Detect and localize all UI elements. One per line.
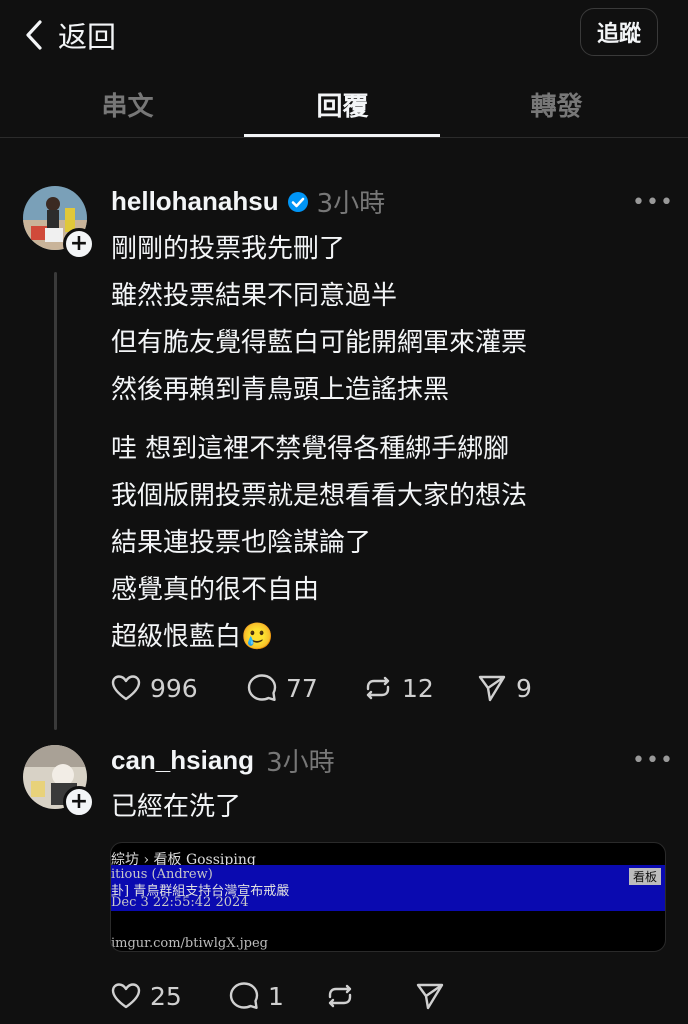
verified-badge-icon xyxy=(287,191,308,212)
share-button[interactable]: 9 xyxy=(476,672,532,704)
reply-actions: 25 1 xyxy=(110,980,446,1012)
reply-time: 3小時 xyxy=(266,748,335,778)
like-count: 996 xyxy=(150,673,198,703)
more-options-icon[interactable]: ••• xyxy=(632,190,674,215)
like-button[interactable]: 996 xyxy=(110,672,246,704)
reply-username[interactable]: can_hsiang xyxy=(111,745,254,776)
heart-icon xyxy=(111,675,141,701)
post-body: 剛剛的投票我先刪了 雖然投票結果不同意過半 但有脆友覺得藍白可能開網軍來灌票 然… xyxy=(111,226,527,661)
thread-line xyxy=(54,272,57,730)
reply-image-embed[interactable]: 綜坊 › 看板 Gossiping itious (Andrew) 卦] 青鳥群… xyxy=(110,842,666,952)
reply-comment-button[interactable]: 1 xyxy=(228,980,324,1012)
tab-threads[interactable]: 串文 xyxy=(13,86,242,123)
reply-like-count: 25 xyxy=(150,981,182,1011)
tabs-divider xyxy=(0,137,688,138)
post-line: 感覺真的很不自由 xyxy=(111,575,320,605)
repost-button[interactable]: 12 xyxy=(362,672,476,704)
tab-reposts[interactable]: 轉發 xyxy=(442,86,671,123)
back-label: 返回 xyxy=(58,20,117,54)
post-line: 然後再賴到青鳥頭上造謠抹黑 xyxy=(111,375,450,405)
post-line: 哇 想到這裡不禁覺得各種綁手綁腳 xyxy=(111,434,510,464)
post-line: 超級恨藍白 xyxy=(111,622,242,652)
follow-plus-icon[interactable]: + xyxy=(63,228,95,260)
embed-header-band: itious (Andrew) 卦] 青鳥群組支持台灣宣布戒嚴 Dec 3 22… xyxy=(111,865,665,911)
reply-comment-count: 1 xyxy=(268,981,284,1011)
reply-like-button[interactable]: 25 xyxy=(110,980,228,1012)
post-line: 結果連投票也陰謀論了 xyxy=(111,528,372,558)
post-line: 剛剛的投票我先刪了 xyxy=(111,234,346,264)
repost-icon xyxy=(366,676,390,700)
comment-icon xyxy=(229,982,259,1009)
chevron-left-icon xyxy=(26,20,42,50)
comment-count: 77 xyxy=(286,673,318,703)
repost-count: 12 xyxy=(402,673,434,703)
embed-url: imgur.com/btiwlgX.jpeg xyxy=(111,936,268,951)
reply-text: 已經在洗了 xyxy=(111,792,242,822)
reply-header: can_hsiang 3小時 xyxy=(111,742,335,779)
repost-icon xyxy=(328,984,352,1008)
post-line-last: 超級恨藍白🥲 xyxy=(111,614,527,661)
heart-icon xyxy=(111,983,141,1009)
comment-icon xyxy=(247,674,277,701)
follow-button[interactable]: 追蹤 xyxy=(580,8,658,56)
post-time: 3小時 xyxy=(316,189,386,219)
share-count: 9 xyxy=(516,673,532,703)
send-icon xyxy=(416,983,444,1010)
reply-more-options-icon[interactable]: ••• xyxy=(632,748,674,773)
reply-share-button[interactable] xyxy=(414,980,446,1012)
post-actions: 996 77 12 9 xyxy=(110,672,532,704)
tab-replies[interactable]: 回覆 xyxy=(228,86,457,123)
reply-repost-button[interactable] xyxy=(324,980,414,1012)
post-username[interactable]: hellohanahsu xyxy=(111,186,279,217)
post-line: 但有脆友覺得藍白可能開網軍來灌票 xyxy=(111,328,528,358)
post-header: hellohanahsu 3小時 xyxy=(111,183,385,220)
send-icon xyxy=(478,675,506,702)
tearful-smile-emoji: 🥲 xyxy=(241,622,274,652)
embed-date: Dec 3 22:55:42 2024 xyxy=(111,895,249,910)
embed-board-tag: 看板 xyxy=(628,868,661,885)
post-line: 我個版開投票就是想看看大家的想法 xyxy=(111,481,528,511)
post-line: 雖然投票結果不同意過半 xyxy=(111,281,398,311)
back-button[interactable]: 返回 xyxy=(22,14,116,56)
comment-button[interactable]: 77 xyxy=(246,672,362,704)
reply-follow-plus-icon[interactable]: + xyxy=(63,786,95,818)
